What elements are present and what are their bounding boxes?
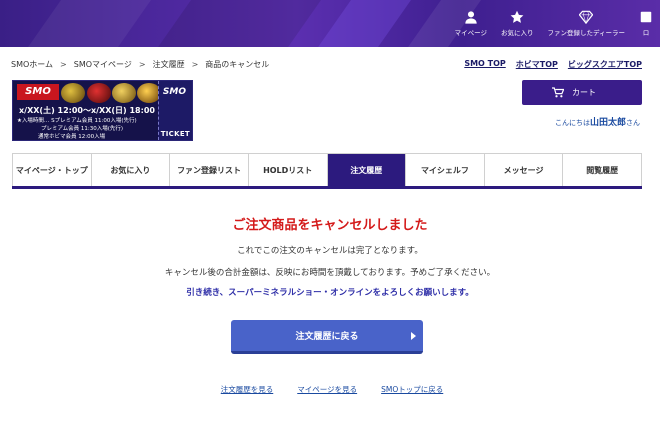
breadcrumb-item-home[interactable]: SMOホーム (11, 59, 53, 70)
header-nav-label: ロ (642, 29, 650, 37)
logout-icon (640, 11, 652, 23)
top-links: SMO TOP ホビマTOP ビッグスクエアTOP (464, 59, 642, 70)
arrow-right-icon (411, 332, 416, 340)
back-to-order-history-button[interactable]: 注文履歴に戻る (231, 320, 423, 354)
breadcrumb-item-order-history[interactable]: 注文履歴 (153, 59, 185, 70)
header-nav-mypage[interactable]: マイページ (448, 0, 494, 47)
cart-icon (552, 87, 564, 98)
breadcrumb-separator: > (60, 60, 67, 69)
total-notice-message: キャンセル後の合計金額は、反映にお時間を頂戴しております。予めご了承ください。 (164, 268, 496, 278)
header-nav-label: マイページ (454, 29, 487, 37)
tab-fan-list[interactable]: ファン登録リスト (170, 154, 249, 186)
banner-mineral-image (61, 83, 85, 103)
cart-button[interactable]: カート (522, 80, 642, 105)
banner-mineral-image (112, 83, 136, 103)
header-nav-favorites[interactable]: お気に入り (494, 0, 541, 47)
banner-mineral-image (87, 83, 111, 103)
greeting-suffix: さん (626, 119, 640, 127)
big-square-top-link[interactable]: ビッグスクエアTOP (568, 59, 642, 70)
back-to-smo-top-link[interactable]: SMOトップに戻る (381, 384, 443, 395)
completion-message: これでこの注文のキャンセルは完了となります。 (237, 246, 423, 256)
hobima-top-link[interactable]: ホビマTOP (516, 59, 558, 70)
banner-entry-line: プレミアム会員 11:30入場(先行) (41, 126, 124, 132)
header-nav-label: お気に入り (500, 29, 534, 37)
header-nav-label: ファン登録したディーラー (547, 29, 625, 37)
banner-side-logo: SMO (162, 87, 186, 97)
header-stripe (120, 0, 350, 47)
mypage-tabs: マイページ・トップ お気に入り ファン登録リスト HOLDリスト 注文履歴 マイ… (12, 153, 642, 189)
site-header: マイページ お気に入り ファン登録したディーラー ロ (0, 0, 660, 47)
bottom-links: 注文履歴を見る マイページを見る SMOトップに戻る (0, 384, 660, 395)
breadcrumb-item-current: 商品のキャンセル (205, 60, 270, 69)
star-icon (510, 10, 524, 23)
greeting-prefix: こんにちは (554, 119, 590, 127)
view-mypage-link[interactable]: マイページを見る (297, 384, 357, 395)
event-ticket-banner[interactable]: SMO x/XX(土) 12:00～x/XX(日) 18:00 ★入場時間… S… (12, 80, 193, 141)
cart-label: カート (572, 88, 596, 97)
tab-order-history[interactable]: 注文履歴 (327, 154, 407, 186)
thanks-message: 引き続き、スーパーミネラルショー・オンラインをよろしくお願いします。 (186, 288, 474, 298)
header-nav: マイページ お気に入り ファン登録したディーラー ロ (448, 0, 660, 47)
banner-entry-line: ★入場時間… Sプレミアム会員 11:00入場(先行) (17, 118, 137, 124)
breadcrumb-separator: > (138, 60, 146, 69)
breadcrumb-item-mypage[interactable]: SMOマイページ (74, 59, 132, 70)
breadcrumb-separator: > (191, 60, 199, 69)
view-order-history-link[interactable]: 注文履歴を見る (221, 384, 274, 395)
header-nav-fan-dealers[interactable]: ファン登録したディーラー (540, 0, 632, 47)
tab-my-shelf[interactable]: マイシェルフ (406, 154, 485, 186)
banner-ticket-label: TICKET (160, 130, 190, 138)
user-name: 山田太郎 (589, 118, 626, 128)
header-stripe (0, 0, 180, 47)
tab-hold-list[interactable]: HOLDリスト (249, 154, 328, 186)
tab-favorites[interactable]: お気に入り (92, 154, 171, 186)
user-greeting: こんにちは山田太郎さん (555, 115, 640, 128)
diamond-icon (579, 10, 594, 24)
header-nav-logout[interactable]: ロ (632, 0, 660, 47)
tab-browsing-history[interactable]: 閲覧履歴 (563, 154, 641, 186)
tab-messages[interactable]: メッセージ (485, 154, 564, 186)
breadcrumb: SMOホーム > SMOマイページ > 注文履歴 > 商品のキャンセル (11, 59, 269, 70)
tab-mypage-top[interactable]: マイページ・トップ (13, 154, 92, 186)
banner-date: x/XX(土) 12:00～x/XX(日) 18:00 (19, 106, 155, 115)
smo-top-link[interactable]: SMO TOP (464, 59, 505, 70)
user-icon (465, 11, 477, 24)
banner-logo: SMO (17, 84, 59, 100)
back-button-label: 注文履歴に戻る (295, 332, 359, 342)
banner-entry-line: 通常ホビマ会員 12:00入場 (38, 134, 106, 140)
page-title: ご注文商品をキャンセルしました (232, 218, 428, 233)
